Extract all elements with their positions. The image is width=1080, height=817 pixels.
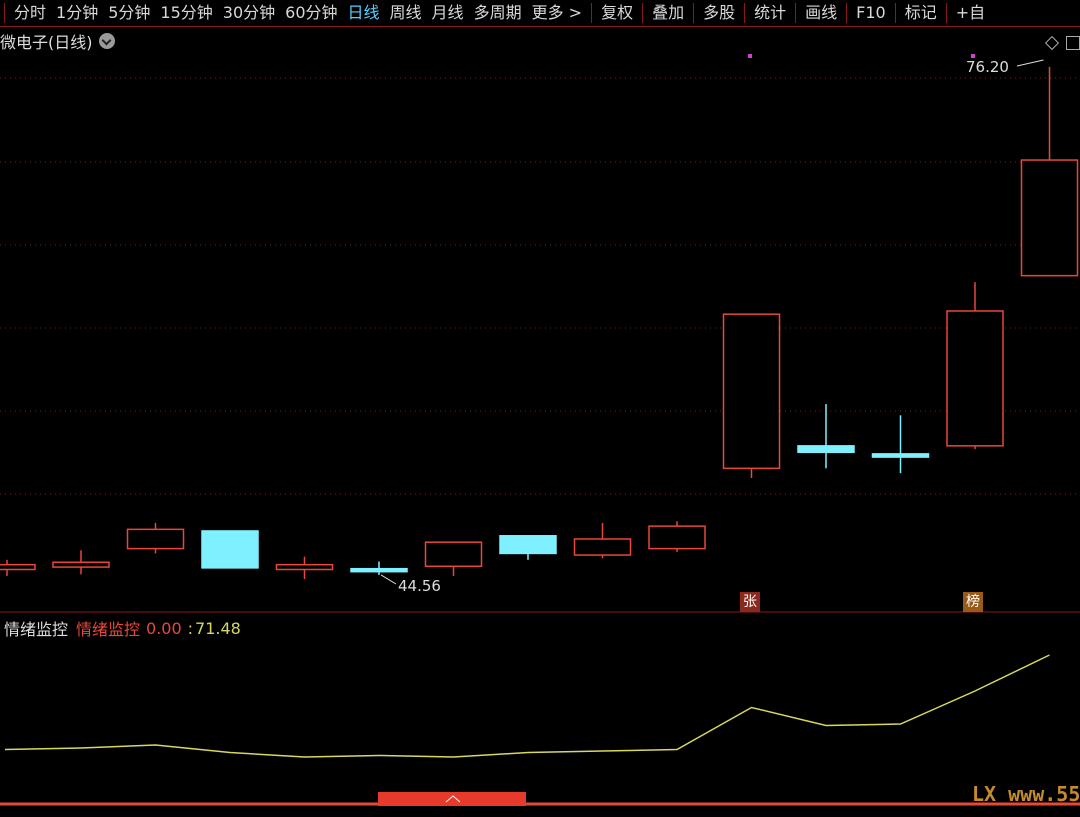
- candle-body-0: [0, 563, 36, 571]
- marker-dot-1: [748, 54, 752, 58]
- candle-body-5: [350, 567, 408, 573]
- zhang-badge[interactable]: 张: [740, 592, 760, 612]
- candle-body-3: [201, 530, 259, 569]
- bang-badge[interactable]: 榜: [963, 592, 983, 612]
- candle-body-9: [648, 525, 706, 550]
- low-arrow: [380, 574, 397, 585]
- candle-body-12: [871, 453, 930, 458]
- indicator-legend-name: 情绪监控: [76, 620, 141, 639]
- indicator-legend: 情绪监控 情绪监控 0.00 : 71.48: [4, 616, 241, 640]
- indicator-name[interactable]: 情绪监控: [4, 616, 68, 640]
- indicator-series-line: [4, 654, 1050, 758]
- candle-body-11: [797, 445, 855, 454]
- kline-chart: [0, 54, 1080, 806]
- indicator-value-2: 71.48: [195, 618, 241, 638]
- watermark: LX www.55: [972, 782, 1080, 806]
- candle-body-1: [52, 561, 110, 568]
- low-price-label: 44.56: [398, 577, 441, 595]
- bottom-signal-bar: [378, 792, 526, 806]
- candle-body-10: [722, 313, 781, 470]
- indicator-value-1: 0.00: [146, 618, 182, 638]
- candle-body-2: [126, 528, 185, 550]
- high-price-label: 76.20: [966, 58, 1009, 76]
- candle-body-13: [946, 310, 1004, 447]
- candle-body-7: [499, 535, 557, 555]
- candle-body-8: [573, 538, 632, 556]
- candle-body-4: [275, 563, 334, 571]
- candle-body-6: [424, 541, 483, 568]
- high-arrow: [1016, 59, 1044, 67]
- candle-body-14: [1020, 159, 1079, 277]
